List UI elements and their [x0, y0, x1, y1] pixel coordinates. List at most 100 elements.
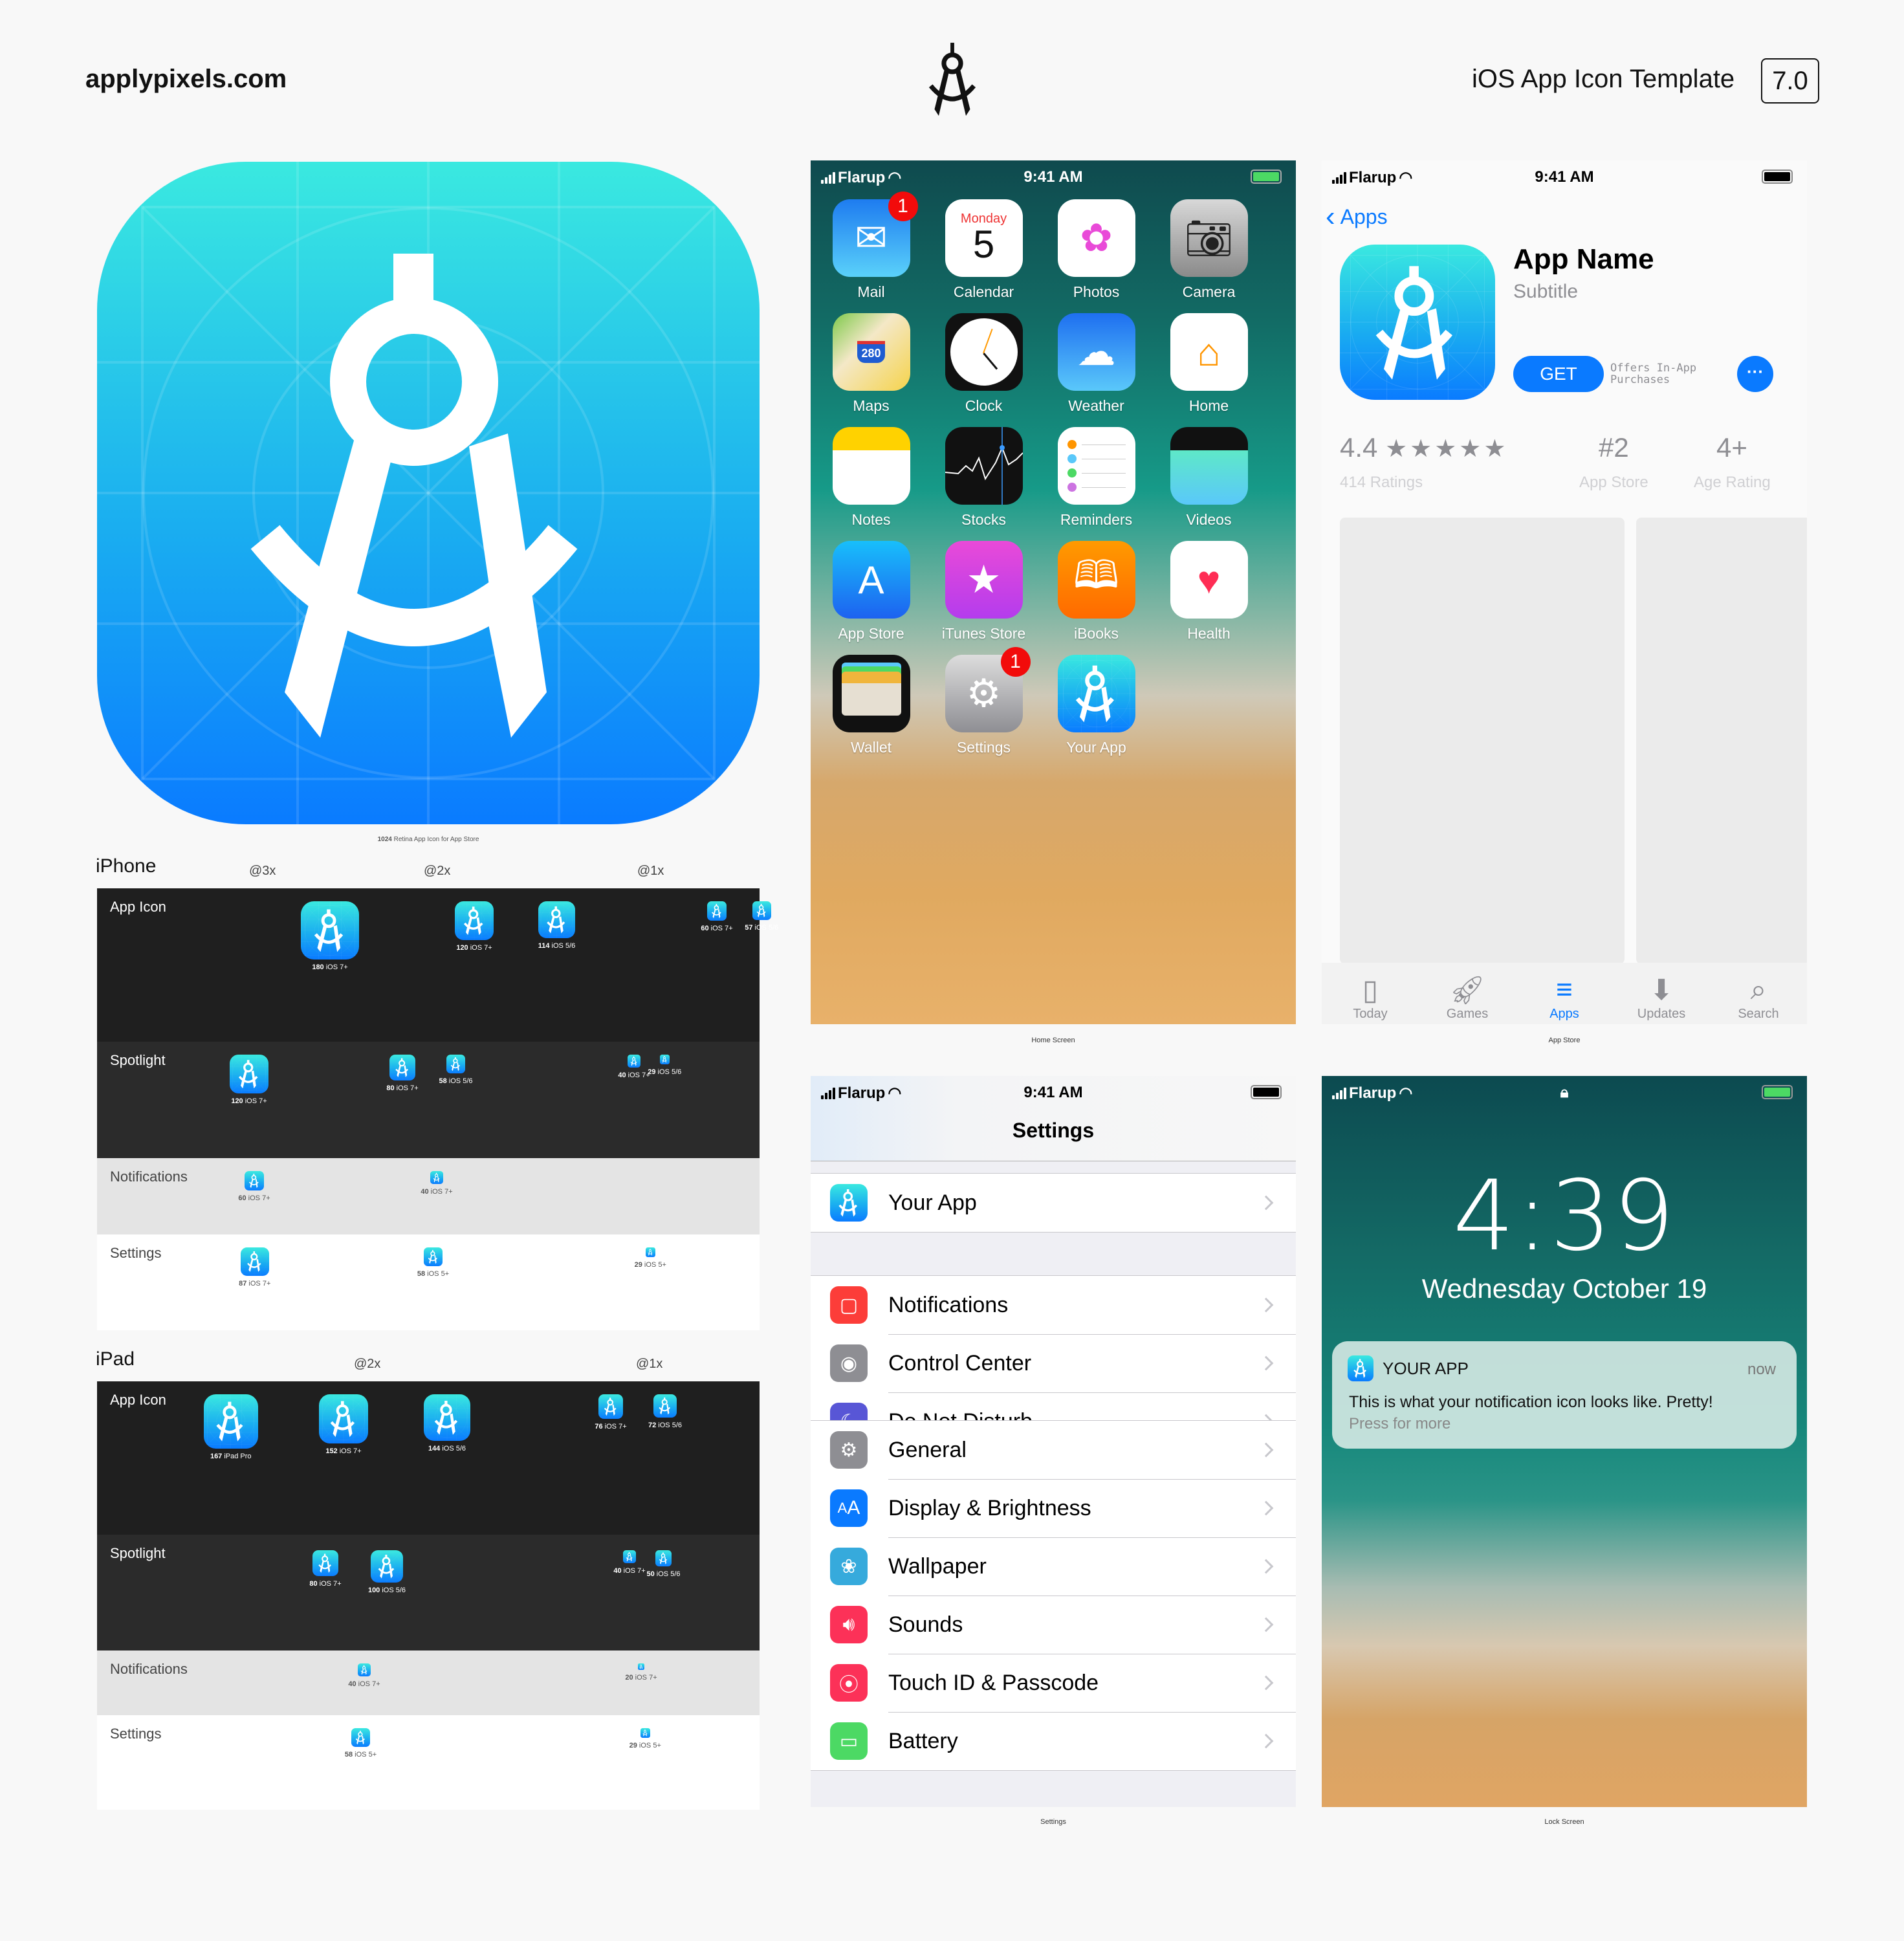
chevron-right-icon: [1258, 1733, 1274, 1749]
settings-row-display-brightness[interactable]: A A Display & Brightness: [811, 1479, 1296, 1537]
app-icon-preview: [245, 1171, 264, 1190]
chevron-right-icon: [1258, 1559, 1274, 1574]
app-icon-preview: [312, 1550, 338, 1576]
settings-row-label: Touch ID & Passcode: [888, 1670, 1099, 1695]
home-app-wallet[interactable]: Wallet: [815, 655, 928, 756]
home-app-camera[interactable]: 📷︎ Camera: [1152, 199, 1265, 301]
calendar-icon: Monday 5: [945, 199, 1023, 277]
icon-size-row: Spotlight 120 iOS 7+ 80 iOS 7+ 58 iOS 5/6 40…: [97, 1042, 760, 1158]
settings-row-label: Your App: [888, 1190, 977, 1215]
home-app-maps[interactable]: 280 Maps: [815, 313, 928, 415]
camera-icon: 📷︎: [1170, 199, 1248, 277]
chevron-right-icon: [1258, 1297, 1274, 1313]
settings-icon: ⚙ 1: [945, 647, 1031, 732]
ipad-section-title: iPad: [96, 1348, 135, 1370]
home-app-app-store[interactable]: A App Store: [815, 541, 928, 642]
screenshot-placeholder[interactable]: [1340, 518, 1625, 964]
icon-size-label: 80 iOS 7+: [386, 1084, 419, 1092]
app-icon-preview: [455, 901, 494, 940]
settings-row-touch-id-passcode[interactable]: ⦿ Touch ID & Passcode: [811, 1654, 1296, 1712]
app-icon-preview: [358, 1663, 371, 1676]
icon-size-row: Settings 58 iOS 5+ 29 iOS 5+: [97, 1715, 760, 1810]
mail-icon: ✉ 1: [832, 192, 918, 277]
iphone-section-title: iPhone: [96, 855, 157, 877]
icon-size-row: Settings 87 iOS 7+ 58 iOS 5+ 29 iOS 5+: [97, 1234, 760, 1330]
notification-more: Press for more: [1349, 1415, 1451, 1432]
app-label: iTunes Store: [941, 625, 1026, 642]
home-app-ibooks[interactable]: 🕮︎ iBooks: [1040, 541, 1153, 642]
home-app-clock[interactable]: Clock: [927, 313, 1040, 415]
app-icon-preview: [598, 1394, 623, 1419]
tab-today[interactable]: ▯ Today: [1322, 963, 1419, 1024]
home-app-settings[interactable]: ⚙ 1 Settings: [927, 647, 1040, 756]
home-app-mail[interactable]: ✉ 1 Mail: [815, 192, 928, 301]
more-options-button[interactable]: ···: [1737, 356, 1773, 392]
home-app-home[interactable]: ⌂ Home: [1152, 313, 1265, 415]
app-icon-preview: [640, 1728, 650, 1738]
get-button[interactable]: GET: [1513, 356, 1604, 392]
icon-size-label: 60 iOS 7+: [701, 925, 733, 932]
icon-size-row: Spotlight 80 iOS 7+ 100 iOS 5/6 40 iOS 7+ 50…: [97, 1535, 760, 1650]
settings-row-sounds[interactable]: 🔊︎ Sounds: [811, 1596, 1296, 1654]
settings-row-control-center[interactable]: ◉ Control Center: [811, 1334, 1296, 1392]
lock-screen-mockup: Flarup ◠ 🔒︎ 4:39 Wednesday October 19 YOU…: [1322, 1076, 1807, 1807]
tab-updates[interactable]: ⬇︎ Updates: [1613, 963, 1710, 1024]
home-app-weather[interactable]: ☁ Weather: [1040, 313, 1153, 415]
settings-row-battery[interactable]: ▭ Battery: [811, 1712, 1296, 1770]
app-label: Health: [1187, 625, 1231, 642]
icon-size-row: App Icon 180 iOS 7+ 120 iOS 7+ 114 iOS 5/6 6…: [97, 888, 778, 1042]
home-app-itunes-store[interactable]: ★ iTunes Store: [927, 541, 1040, 642]
app-label: Wallet: [850, 739, 892, 756]
screenshot-placeholder[interactable]: [1636, 518, 1807, 964]
settings-row-your-app[interactable]: Your App: [811, 1174, 1296, 1232]
icon-size-label: 57 iOS 5/6: [745, 923, 779, 932]
home-app-your-app[interactable]: Your App: [1040, 655, 1153, 756]
app-store-icon: A: [832, 541, 910, 619]
icon-size-label: 72 iOS 5/6: [648, 1421, 682, 1429]
chevron-right-icon: [1258, 1675, 1274, 1691]
reminders-icon: [1057, 427, 1135, 505]
home-app-notes[interactable]: Notes: [815, 427, 928, 529]
compass-logo-icon: [928, 43, 976, 116]
app-icon-preview: [301, 901, 359, 960]
row-label: Spotlight: [110, 1545, 166, 1561]
home-app-photos[interactable]: ✿ Photos: [1040, 199, 1153, 301]
lock-icon: 🔒︎: [1560, 1084, 1569, 1101]
settings-row-wallpaper[interactable]: ❀ Wallpaper: [811, 1537, 1296, 1596]
notification-time: now: [1747, 1361, 1776, 1378]
settings-group: ⚙ General A A Display & Brightness ❀ Wallpaper…: [811, 1420, 1296, 1771]
brand-name[interactable]: applypixels.com: [85, 65, 287, 94]
back-button[interactable]: ‹ Apps: [1326, 201, 1388, 233]
notification-card[interactable]: YOUR APP now This is what your notificat…: [1332, 1341, 1797, 1449]
icon-size-label: 120 iOS 7+: [456, 944, 492, 952]
app-icon-preview: [638, 1663, 644, 1670]
app-label: Calendar: [953, 283, 1014, 300]
photos-icon: ✿: [1057, 199, 1135, 277]
flower-icon: ❀: [830, 1548, 868, 1585]
status-bar: Flarup ◠ 9:41 AM: [1322, 160, 1807, 193]
icon-size-row: App Icon 167 iPad Pro 152 iOS 7+ 144 iOS 5/…: [97, 1381, 760, 1535]
settings-row-notifications[interactable]: ▢ Notifications: [811, 1276, 1296, 1334]
row-label: Settings: [110, 1245, 162, 1261]
big-icon-caption: 1024 Retina App Icon for App Store: [377, 836, 479, 843]
home-app-stocks[interactable]: Stocks: [927, 427, 1040, 529]
tab-search[interactable]: ⌕ Search: [1710, 963, 1807, 1024]
settings-row-general[interactable]: ⚙ General: [811, 1421, 1296, 1479]
tab-games[interactable]: 🚀︎ Games: [1419, 963, 1516, 1024]
home-app-videos[interactable]: Videos: [1152, 427, 1265, 529]
app-label: Clock: [965, 397, 1003, 414]
tab-apps[interactable]: ≡ Apps: [1516, 963, 1613, 1024]
home-app-calendar[interactable]: Monday 5 Calendar: [927, 199, 1040, 301]
app-icon-preview: [446, 1055, 465, 1073]
wallet-icon: [832, 655, 910, 732]
icon-size-label: 87 iOS 7+: [239, 1279, 271, 1288]
app-label: Settings: [956, 739, 1011, 756]
settings-group: Your App: [811, 1173, 1296, 1233]
home-app-health[interactable]: ♥ Health: [1152, 541, 1265, 642]
settings-row-label: Display & Brightness: [888, 1495, 1091, 1520]
app-store-caption: App Store: [1548, 1036, 1581, 1044]
icon-size-label: 144 iOS 5/6: [428, 1445, 466, 1453]
home-app-reminders[interactable]: Reminders: [1040, 427, 1153, 529]
notification-badge: 1: [1000, 647, 1031, 677]
app-subtitle: Subtitle: [1513, 281, 1579, 302]
